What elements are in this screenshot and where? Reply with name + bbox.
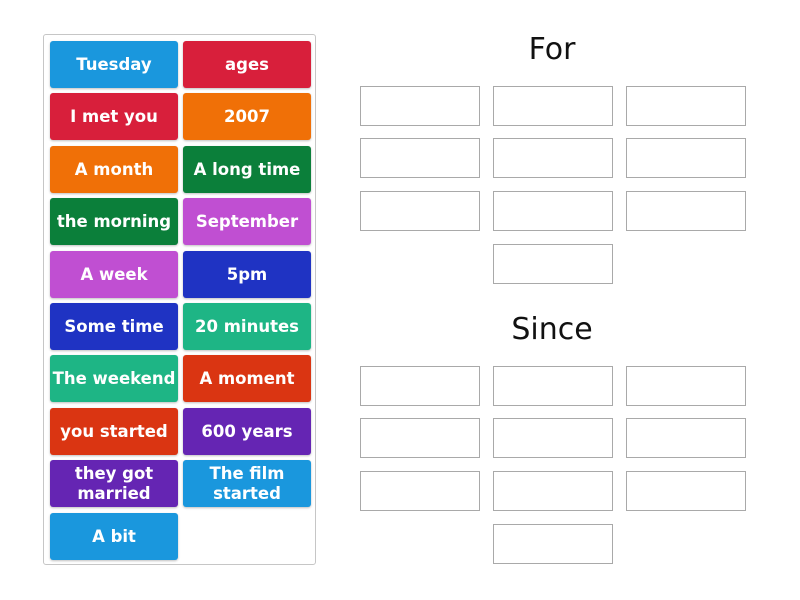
drop-slot-since[interactable] — [626, 471, 746, 511]
group-heading-for: For — [528, 32, 576, 67]
drop-slot-for[interactable] — [626, 138, 746, 178]
tile-label: The weekend — [52, 368, 176, 388]
drop-slot-for[interactable] — [626, 86, 746, 126]
draggable-word-tile[interactable]: 5pm — [183, 251, 311, 298]
draggable-word-tile[interactable]: A moment — [183, 355, 311, 402]
draggable-word-tile[interactable]: 2007 — [183, 93, 311, 140]
drop-slot-since[interactable] — [360, 366, 480, 406]
tile-label: September — [195, 211, 299, 231]
tile-label: they got married — [74, 463, 154, 503]
draggable-word-tile[interactable]: I met you — [50, 93, 178, 140]
drop-slot-since[interactable] — [360, 418, 480, 458]
tile-label: The film started — [209, 463, 285, 503]
tile-label: A month — [74, 159, 154, 179]
drop-slot-since[interactable] — [493, 418, 613, 458]
tile-label: A moment — [199, 368, 295, 388]
drop-slot-since[interactable] — [493, 524, 613, 564]
tile-label: the morning — [56, 211, 172, 231]
tile-label: ages — [225, 54, 269, 74]
drop-slot-for[interactable] — [493, 138, 613, 178]
draggable-word-tile[interactable]: The weekend — [50, 355, 178, 402]
draggable-word-tile[interactable]: you started — [50, 408, 178, 455]
draggable-word-tile[interactable]: A month — [50, 146, 178, 193]
drop-slot-for[interactable] — [626, 191, 746, 231]
drop-slot-since[interactable] — [493, 471, 613, 511]
draggable-word-tile[interactable]: September — [183, 198, 311, 245]
draggable-word-tile[interactable]: A bit — [50, 513, 178, 560]
draggable-word-tile[interactable]: The film started — [183, 460, 311, 507]
draggable-word-tile[interactable]: they got married — [50, 460, 178, 507]
drop-slot-for[interactable] — [493, 86, 613, 126]
draggable-word-tile[interactable]: 600 years — [183, 408, 311, 455]
group-heading-since: Since — [511, 312, 593, 347]
draggable-word-tile[interactable]: A week — [50, 251, 178, 298]
tile-label: A long time — [193, 159, 301, 179]
tile-label: 2007 — [224, 106, 270, 126]
drop-slot-since[interactable] — [626, 366, 746, 406]
drop-slot-for[interactable] — [360, 86, 480, 126]
tile-label: Tuesday — [76, 54, 152, 74]
draggable-word-tile[interactable]: Some time — [50, 303, 178, 350]
draggable-word-tile[interactable]: Tuesday — [50, 41, 178, 88]
tile-label: A bit — [92, 526, 136, 546]
drop-slot-for[interactable] — [493, 191, 613, 231]
draggable-word-tile[interactable]: the morning — [50, 198, 178, 245]
tile-label: 600 years — [201, 421, 293, 441]
draggable-word-tile[interactable]: A long time — [183, 146, 311, 193]
drop-slot-since[interactable] — [360, 471, 480, 511]
drop-slot-for[interactable] — [360, 138, 480, 178]
drop-slot-since[interactable] — [493, 366, 613, 406]
drop-slot-for[interactable] — [360, 191, 480, 231]
draggable-word-tile[interactable]: 20 minutes — [183, 303, 311, 350]
tile-label: you started — [60, 421, 168, 441]
tile-label: 5pm — [226, 264, 268, 284]
tile-label: Some time — [64, 316, 164, 336]
tile-label: I met you — [70, 106, 158, 126]
draggable-word-tile[interactable]: ages — [183, 41, 311, 88]
drop-slot-for[interactable] — [493, 244, 613, 284]
drop-slot-since[interactable] — [626, 418, 746, 458]
tile-label: 20 minutes — [195, 316, 299, 336]
tile-label: A week — [80, 264, 148, 284]
